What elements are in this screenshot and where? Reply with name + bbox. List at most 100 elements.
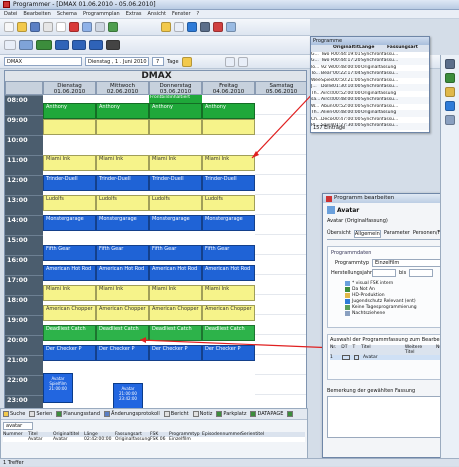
day-header[interactable]: Mittwoch 02.06.2010: [96, 81, 149, 95]
bottom-tab[interactable]: Parkplatz: [216, 411, 246, 417]
bottom-tab[interactable]: Planungsstand: [56, 411, 100, 417]
banner-slot[interactable]: Frontbildinhaltiert: [149, 95, 202, 103]
apply-date-icon[interactable]: [181, 56, 192, 67]
start-date-field[interactable]: Dienstag , 1 . Juni 2010: [85, 57, 149, 66]
program-slot[interactable]: [149, 119, 202, 135]
undo-icon[interactable]: [82, 22, 92, 32]
bottom-tab[interactable]: Notiz: [192, 411, 212, 417]
menu-bearbeiten[interactable]: Bearbeiten: [23, 11, 50, 17]
tab-parameter[interactable]: Parameter: [384, 230, 410, 238]
search-input[interactable]: avatar: [3, 422, 33, 430]
list-icon[interactable]: [187, 22, 197, 32]
bottom-tab[interactable]: Änderungsprotokoll: [104, 411, 160, 417]
calendar-icon[interactable]: [200, 22, 210, 32]
save-icon[interactable]: [30, 22, 40, 32]
program-slot[interactable]: Der Checker P: [43, 345, 96, 361]
program-slot[interactable]: Fifth Gear: [43, 245, 96, 261]
fit-icon[interactable]: [237, 56, 248, 67]
day-header[interactable]: Freitag 04.06.2010: [202, 81, 255, 95]
side-globe-icon[interactable]: [445, 101, 455, 111]
program-slot[interactable]: Trinder-Duell: [96, 175, 149, 191]
program-slot[interactable]: American Hot Rod: [96, 265, 149, 281]
program-slot[interactable]: Miami Ink: [96, 155, 149, 171]
alert-icon[interactable]: [213, 22, 223, 32]
program-slot[interactable]: Deadliest Catch: [202, 325, 255, 341]
program-slot[interactable]: [202, 119, 255, 135]
tools-icon[interactable]: [43, 22, 53, 32]
comment-textarea[interactable]: [327, 396, 454, 438]
search-icon[interactable]: [161, 22, 171, 32]
program-slot[interactable]: Anthony: [202, 103, 255, 119]
bottom-tab[interactable]: Bericht: [163, 411, 189, 417]
refresh-icon[interactable]: [108, 22, 118, 32]
program-slot[interactable]: American Hot Rod: [149, 265, 202, 281]
program-slot[interactable]: Deadliest Catch: [96, 325, 149, 341]
program-slot[interactable]: Monstergarage: [202, 215, 255, 231]
program-slot[interactable]: Deadliest Catch: [149, 325, 202, 341]
side-tree-icon[interactable]: [445, 73, 455, 83]
program-slot[interactable]: Trinder-Duell: [202, 175, 255, 191]
program-slot[interactable]: [43, 119, 96, 135]
day-view-icon[interactable]: [55, 40, 69, 50]
side-person-icon[interactable]: [445, 59, 455, 69]
program-slot[interactable]: Deadliest Catch: [43, 325, 96, 341]
program-slot[interactable]: [96, 119, 149, 135]
week-view-icon[interactable]: [36, 40, 52, 50]
version-t-checkbox[interactable]: [354, 355, 359, 360]
program-slot[interactable]: Der Checker P: [96, 345, 149, 361]
program-slot[interactable]: Monstergarage: [43, 215, 96, 231]
tree-item[interactable]: Nachtsziehene: [345, 310, 450, 316]
program-slot[interactable]: Fifth Gear: [202, 245, 255, 261]
tab-overview[interactable]: Übersicht: [327, 230, 351, 238]
avatar-block[interactable]: Avatar Spielfilm 21:00:00: [43, 373, 73, 403]
version-dt-checkbox[interactable]: [342, 355, 350, 360]
program-slot[interactable]: Miami Ink: [43, 155, 96, 171]
program-slot[interactable]: Fifth Gear: [96, 245, 149, 261]
program-slot[interactable]: American Chopper: [202, 305, 255, 321]
day-header[interactable]: Dienstag 01.06.2010: [43, 81, 96, 95]
channel-select[interactable]: DMAX: [4, 57, 82, 66]
program-type-select[interactable]: Einzelfilm: [372, 259, 442, 267]
program-slot[interactable]: Miami Ink: [202, 285, 255, 301]
program-slot[interactable]: Ludolfs: [149, 195, 202, 211]
program-slot[interactable]: Miami Ink: [202, 155, 255, 171]
side-clock-icon[interactable]: [445, 115, 455, 125]
new-document-icon[interactable]: [4, 22, 14, 32]
menu-help[interactable]: ?: [197, 11, 200, 17]
program-slot[interactable]: American Hot Rod: [202, 265, 255, 281]
program-slot[interactable]: Miami Ink: [96, 285, 149, 301]
month-view-icon[interactable]: [72, 40, 86, 50]
program-slot[interactable]: Anthony: [43, 103, 96, 119]
menu-programmplan[interactable]: Programmplan: [83, 11, 120, 17]
program-slot[interactable]: Anthony: [149, 103, 202, 119]
menu-ansicht[interactable]: Ansicht: [148, 11, 166, 17]
grid-icon[interactable]: [174, 22, 184, 32]
program-slot[interactable]: Ludolfs: [43, 195, 96, 211]
view-icon[interactable]: [19, 40, 33, 50]
program-slot[interactable]: Der Checker P: [202, 345, 255, 361]
program-slot[interactable]: Miami Ink: [43, 285, 96, 301]
menu-extras[interactable]: Extras: [126, 11, 142, 17]
day-header[interactable]: Donnerstag 03.06.2010: [149, 81, 202, 95]
year-to-field[interactable]: [409, 269, 434, 277]
program-slot[interactable]: American Hot Rod: [43, 265, 96, 281]
table-icon[interactable]: [4, 40, 16, 50]
program-slot[interactable]: Trinder-Duell: [149, 175, 202, 191]
bottom-tab[interactable]: [287, 411, 294, 417]
arrow-icon[interactable]: [226, 22, 236, 32]
program-slot[interactable]: Ludolfs: [96, 195, 149, 211]
program-slot[interactable]: American Chopper: [96, 305, 149, 321]
open-folder-icon[interactable]: [17, 22, 27, 32]
print-icon[interactable]: [106, 40, 120, 50]
program-slot[interactable]: Der Checker P: [149, 345, 202, 361]
program-slot[interactable]: Miami Ink: [149, 155, 202, 171]
menu-fenster[interactable]: Fenster: [172, 11, 191, 17]
year-view-icon[interactable]: [89, 40, 103, 50]
move-icon[interactable]: [224, 56, 235, 67]
program-slot[interactable]: Trinder-Duell: [43, 175, 96, 191]
side-folder-icon[interactable]: [445, 87, 455, 97]
menu-datei[interactable]: Datei: [4, 11, 17, 17]
tab-general[interactable]: Allgemein: [353, 230, 381, 238]
delete-icon[interactable]: [69, 22, 79, 32]
program-slot[interactable]: Miami Ink: [149, 285, 202, 301]
